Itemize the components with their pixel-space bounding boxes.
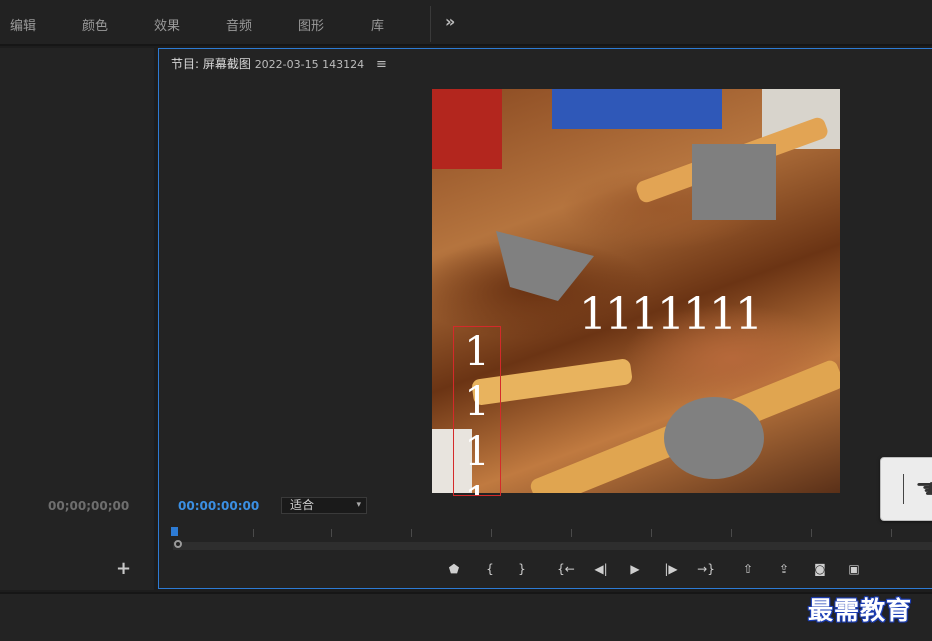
program-monitor-title: 节目: 屏幕截图 2022-03-15 143124 ≡ <box>171 55 387 72</box>
more-workspaces-icon[interactable]: » <box>445 12 455 31</box>
workspace-tab-effects[interactable]: 效果 <box>154 15 180 34</box>
vertical-text-char: 1 <box>464 429 490 475</box>
comparison-view-button[interactable]: ▣ <box>844 562 864 576</box>
vertical-text-char: 1 <box>464 379 490 425</box>
program-monitor: 节目: 屏幕截图 2022-03-15 143124 ≡ 1111111 1 1… <box>158 48 932 589</box>
lift-button[interactable]: ⇧ <box>738 562 758 576</box>
watermark-logo: 最需教育 <box>808 596 913 625</box>
workspace-tab-color[interactable]: 颜色 <box>82 15 108 34</box>
ruler-tick <box>811 529 812 537</box>
background-red-cup <box>432 89 502 169</box>
ruler-tick <box>253 529 254 537</box>
zoom-fit-value: 适合 <box>290 498 315 512</box>
workspace-tab-libraries[interactable]: 库 <box>371 15 384 34</box>
mark-out-button[interactable]: } <box>512 562 532 576</box>
step-forward-button[interactable]: |▶ <box>661 562 681 576</box>
vertical-text-char: 1 <box>464 329 490 375</box>
workspace-divider <box>430 6 431 42</box>
workspace-tab-edit[interactable]: 编辑 <box>10 15 36 34</box>
ruler-tick <box>731 529 732 537</box>
sequence-name[interactable]: 2022-03-15 143124 <box>255 58 364 71</box>
workspace-tab-audio[interactable]: 音频 <box>226 15 252 34</box>
ruler-tick <box>491 529 492 537</box>
ruler-tick <box>651 529 652 537</box>
gray-square-shape[interactable] <box>692 144 776 220</box>
scrub-handle[interactable] <box>174 540 182 548</box>
add-icon[interactable]: + <box>116 558 131 579</box>
source-panel: 00;00;00;00 + <box>0 48 154 590</box>
step-back-button[interactable]: ◀| <box>591 562 611 576</box>
scrub-bar[interactable] <box>173 542 932 550</box>
zoom-fit-select[interactable]: 适合 ▾ <box>281 497 367 514</box>
cursor-bar <box>903 474 904 504</box>
background-blue-box <box>552 89 722 129</box>
chevron-down-icon: ▾ <box>356 500 361 510</box>
program-monitor-label: 节目: 屏幕截图 <box>171 57 251 71</box>
ruler-tick <box>891 529 892 537</box>
add-marker-button[interactable]: ⬟ <box>444 562 464 576</box>
hand-tool-popup[interactable]: ☚ <box>880 457 932 521</box>
go-to-out-button[interactable]: →} <box>696 562 716 576</box>
hand-tool-icon[interactable]: ☚ <box>915 472 932 505</box>
ruler-tick <box>571 529 572 537</box>
playhead-timecode[interactable]: 00:00:00:00 <box>178 499 259 513</box>
gray-ellipse-shape[interactable] <box>664 397 764 479</box>
extract-button[interactable]: ⇪ <box>774 562 794 576</box>
mark-in-button[interactable]: { <box>480 562 500 576</box>
horizontal-text-layer[interactable]: 1111111 <box>579 289 763 340</box>
workspace-tab-graphics[interactable]: 图形 <box>298 15 324 34</box>
workspace-bar: 编辑 颜色 效果 音频 图形 库 » <box>0 0 932 46</box>
bottom-panel <box>0 592 932 641</box>
playhead-marker[interactable] <box>171 527 178 536</box>
vertical-text-char: 1 <box>454 477 500 495</box>
time-ruler[interactable] <box>173 527 932 541</box>
ruler-tick <box>411 529 412 537</box>
export-frame-button[interactable]: ◙ <box>810 562 830 576</box>
ruler-tick <box>331 529 332 537</box>
play-button[interactable]: ▶ <box>625 562 645 576</box>
go-to-in-button[interactable]: {← <box>556 562 576 576</box>
panel-menu-icon[interactable]: ≡ <box>376 57 387 72</box>
vertical-text-layer[interactable]: 1 1 1 1 <box>453 326 501 496</box>
source-timecode: 00;00;00;00 <box>48 499 130 513</box>
